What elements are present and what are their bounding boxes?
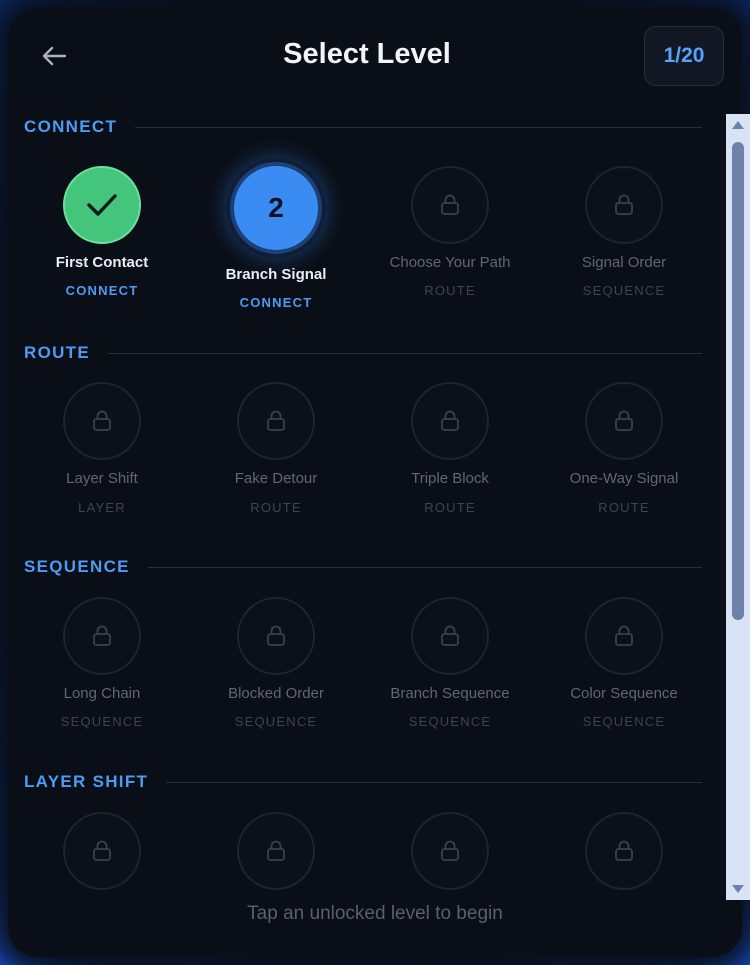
level-badge-locked [585,812,663,890]
level-counter: 1/20 [644,26,724,86]
level-category: CONNECT [65,283,139,298]
section-title: ROUTE [24,343,90,362]
lock-icon [441,194,459,215]
level-category: SEQUENCE [582,714,666,729]
section-header: CONNECT [24,116,702,138]
level-badge-locked [411,382,489,460]
footer-hint: Tap an unlocked level to begin [247,903,503,924]
level-badge-locked [585,382,663,460]
level-name: Layer Shift [66,470,138,487]
section-divider [108,352,702,354]
level-category: ROUTE [598,500,650,515]
lock-icon [93,410,111,431]
lock-icon [615,410,633,431]
section-title: LAYER SHIFT [24,772,149,791]
scrollbar[interactable] [726,114,750,900]
level-badge-current[interactable]: 2 [230,162,322,254]
level-name: First Contact [55,254,149,271]
level-badge-locked [411,812,489,890]
section-header: LAYER SHIFT [24,771,702,793]
app-frame: Select Level 1/20 CONNECT First Contact … [0,0,750,965]
lock-icon [615,194,633,215]
level-name: Fake Detour [234,470,318,487]
lock-icon [441,840,459,861]
header: Select Level 1/20 [0,0,750,115]
level-badge-locked [237,597,315,675]
level-category: SEQUENCE [60,714,144,729]
level-badge-locked [237,812,315,890]
level-badge-locked [63,597,141,675]
level-category: ROUTE [424,283,476,298]
level-category: CONNECT [239,295,313,310]
section-title: SEQUENCE [24,557,130,576]
lock-icon [267,410,285,431]
page-title: Select Level [283,38,451,70]
level-category: SEQUENCE [234,714,318,729]
level-category: SEQUENCE [582,283,666,298]
level-badge-completed[interactable] [63,166,141,244]
level-number: 2 [268,192,284,223]
level-category: ROUTE [250,500,302,515]
section-title: CONNECT [24,117,118,136]
level-name: Branch Signal [225,266,327,283]
level-category: LAYER [78,500,126,515]
level-badge-locked [237,382,315,460]
check-icon [87,194,117,216]
section-header: SEQUENCE [24,556,702,578]
level-badge-locked [585,166,663,244]
section-divider [166,781,702,783]
level-badge-locked [411,166,489,244]
level-name: Choose Your Path [389,254,511,271]
level-name: Color Sequence [570,685,678,702]
level-badge-locked [411,597,489,675]
lock-icon [267,625,285,646]
level-badge-locked [63,812,141,890]
level-name: Blocked Order [228,685,324,702]
level-list[interactable]: CONNECT First Contact CONNECT 2 Branch S… [0,108,720,900]
lock-icon [93,625,111,646]
level-name: One-Way Signal [569,470,679,487]
scroll-down-arrow-icon[interactable] [731,882,745,896]
level-badge-locked [63,382,141,460]
level-category: SEQUENCE [408,714,492,729]
lock-icon [441,625,459,646]
scroll-up-arrow-icon[interactable] [731,118,745,132]
lock-icon [615,625,633,646]
level-name: Signal Order [581,254,667,271]
lock-icon [267,840,285,861]
level-name: Branch Sequence [390,685,510,702]
section-divider [135,126,702,128]
level-badge-locked [585,597,663,675]
lock-icon [93,840,111,861]
level-name: Long Chain [63,685,141,702]
section-divider [147,566,702,568]
lock-icon [441,410,459,431]
level-category: ROUTE [424,500,476,515]
scrollbar-thumb[interactable] [732,142,744,620]
section-header: ROUTE [24,342,702,364]
level-name: Triple Block [411,470,489,487]
lock-icon [615,840,633,861]
